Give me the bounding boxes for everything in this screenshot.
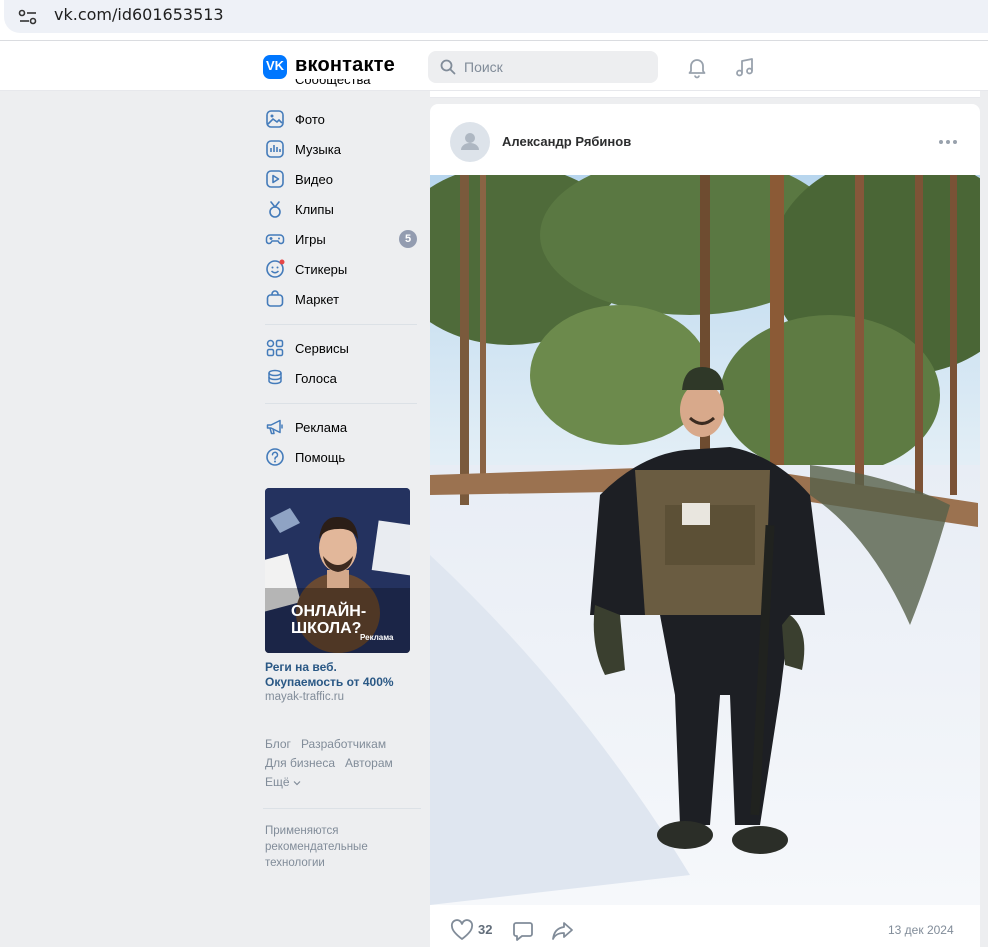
games-icon	[265, 234, 285, 245]
more-options-icon[interactable]	[938, 139, 958, 145]
help-icon	[266, 448, 284, 466]
menu-item-video[interactable]: Видео	[263, 167, 423, 191]
chevron-down-icon	[293, 781, 300, 786]
notifications-bell-icon[interactable]	[685, 55, 709, 79]
footer-divider	[263, 808, 421, 809]
menu-item-games[interactable]: Игры 5	[263, 227, 423, 251]
menu-item-label: Реклама	[295, 420, 348, 435]
previous-block-edge	[430, 91, 980, 98]
services-icon	[266, 339, 284, 357]
votes-icon	[268, 369, 282, 385]
ad-image-line1: ОНЛАЙН-	[291, 601, 366, 620]
megaphone-icon	[266, 419, 283, 435]
site-settings-icon[interactable]	[16, 5, 40, 29]
menu-item-stickers[interactable]: Стикеры	[263, 257, 423, 281]
menu-item-photos[interactable]: Фото	[263, 107, 423, 131]
ad-title-line[interactable]: Реги на веб.	[265, 660, 425, 675]
ad-title-line[interactable]: Окупаемость от 400%	[265, 675, 425, 690]
ad-domain[interactable]: mayak-traffic.ru	[265, 691, 344, 703]
ad-title[interactable]: Реги на веб. Окупаемость от 400%	[265, 660, 425, 690]
footer-link-blog[interactable]: Блог	[265, 735, 291, 754]
menu-item-label: Маркет	[295, 292, 340, 307]
menu-item-votes[interactable]: Голоса	[263, 366, 423, 390]
footer-links: Блог Разработчикам Для бизнеса Авторам Ещё	[265, 735, 435, 792]
footer-link-developers[interactable]: Разработчикам	[301, 735, 386, 754]
music-player-icon[interactable]	[733, 55, 757, 79]
like-heart-icon[interactable]	[450, 919, 474, 941]
footer-link-more-label: Ещё	[265, 775, 290, 789]
avatar[interactable]	[450, 122, 490, 162]
menu-item-label: Фото	[295, 112, 325, 127]
games-count-badge: 5	[399, 230, 417, 248]
menu-item-label: Музыка	[295, 142, 341, 157]
ad-illustration: ОНЛАЙН- ШКОЛА? Реклама	[265, 488, 410, 653]
address-bar[interactable]: vk.com/id601653513	[4, 0, 988, 33]
menu-item-clips[interactable]: Клипы	[263, 197, 423, 221]
like-count[interactable]: 32	[478, 922, 492, 937]
menu-item-label: Стикеры	[295, 262, 348, 277]
footer-link-authors[interactable]: Авторам	[345, 754, 393, 773]
menu-item-label: Клипы	[295, 202, 334, 217]
menu-item-label: Сервисы	[295, 341, 349, 356]
menu-item-label: Игры	[295, 232, 326, 247]
search-input[interactable]: Поиск	[428, 51, 658, 83]
photo-icon	[266, 110, 284, 128]
ad-sponsored-label: Реклама	[360, 633, 394, 642]
search-icon	[440, 59, 456, 75]
post-author-name[interactable]: Александр Рябинов	[502, 134, 631, 149]
menu-item-label: Голоса	[295, 371, 337, 386]
ad-image[interactable]: ОНЛАЙН- ШКОЛА? Реклама	[265, 488, 410, 653]
market-icon	[266, 290, 284, 307]
menu-item-label: Помощь	[295, 450, 346, 465]
menu-divider	[265, 403, 417, 404]
menu-item-communities[interactable]: Сообщества	[263, 79, 423, 91]
music-icon	[266, 140, 284, 158]
video-icon	[266, 170, 284, 188]
site-header: VK вконтакте Поиск	[0, 41, 988, 91]
comment-icon[interactable]	[512, 920, 534, 942]
brand-name[interactable]: вконтакте	[295, 54, 395, 77]
recommendation-notice[interactable]: Применяются рекомендательные технологии	[265, 823, 390, 871]
photo-illustration	[430, 175, 980, 905]
search-placeholder: Поиск	[464, 59, 503, 75]
url-text[interactable]: vk.com/id601653513	[54, 5, 224, 24]
menu-divider	[265, 324, 417, 325]
default-avatar-icon	[461, 133, 479, 150]
menu-item-label: Видео	[295, 172, 333, 187]
menu-item-help[interactable]: Помощь	[263, 445, 423, 469]
menu-item-music[interactable]: Музыка	[263, 137, 423, 161]
stickers-icon	[266, 259, 285, 278]
browser-toolbar: vk.com/id601653513	[0, 0, 988, 41]
share-icon[interactable]	[551, 919, 575, 941]
menu-item-ads[interactable]: Реклама	[263, 415, 423, 439]
vk-logo-icon[interactable]: VK	[263, 55, 287, 79]
footer-link-business[interactable]: Для бизнеса	[265, 754, 335, 773]
footer-link-more[interactable]: Ещё	[265, 773, 301, 792]
wall-post: Александр Рябинов 32 13 дек 2024	[430, 104, 980, 947]
ad-image-line2: ШКОЛА?	[291, 620, 361, 637]
post-photo[interactable]	[430, 175, 980, 905]
menu-item-market[interactable]: Маркет	[263, 287, 423, 311]
clips-icon	[269, 201, 281, 218]
menu-item-label: Сообщества	[295, 79, 371, 87]
menu-item-services[interactable]: Сервисы	[263, 336, 423, 360]
post-date[interactable]: 13 дек 2024	[888, 923, 954, 937]
